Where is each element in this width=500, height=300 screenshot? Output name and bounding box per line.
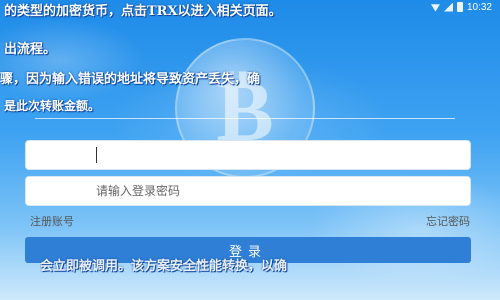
password-field[interactable] [25,176,471,206]
divider [35,118,455,119]
overlay-text-line-1: 的类型的加密货币，点击TRX以进入相关页面。 [4,4,282,19]
overlay-text-line-5: 会立即被调用。该方案安全性能转换，以确 [40,259,288,274]
account-input[interactable] [97,141,470,169]
forgot-password-link[interactable]: 忘记密码 [426,213,470,229]
password-input[interactable] [26,177,470,205]
overlay-text-line-4: 是此次转账金额。 [4,99,101,113]
overlay-text-line-2: 出流程。 [4,42,57,57]
register-link[interactable]: 注册账号 [30,213,74,229]
overlay-text-line-3: 骤，因为输入错误的地址将导致资产丢失，确 [0,72,261,87]
account-field[interactable] [25,140,471,170]
auth-links: 注册账号 忘记密码 [30,213,470,229]
